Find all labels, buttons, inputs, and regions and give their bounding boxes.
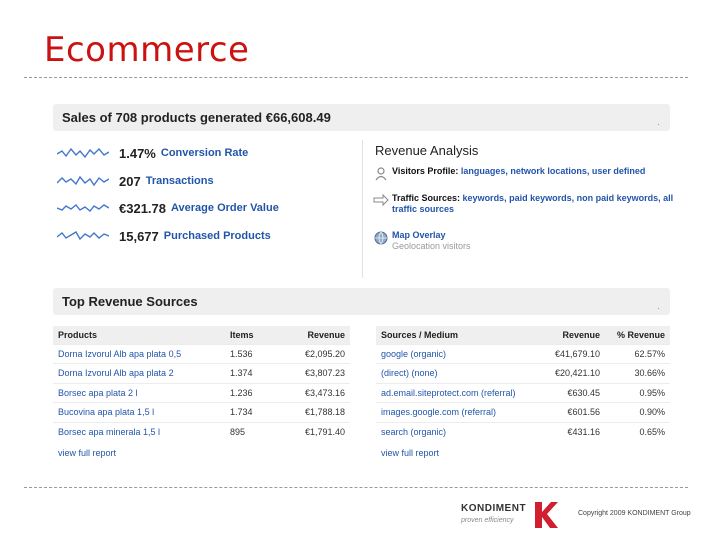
products-table: Products Items Revenue Dorna Izvorul Alb…	[53, 326, 350, 442]
metric-value: €321.78	[119, 200, 166, 216]
table-row: ad.email.siteprotect.com (referral) €630…	[376, 382, 670, 403]
panel-corner-mark: .	[657, 301, 660, 312]
percent-revenue-cell: 0.65%	[605, 421, 670, 442]
table-row: google (organic) €41,679.10 62.57%	[376, 343, 670, 364]
sparkline-icon	[57, 231, 109, 241]
items-cell: 895	[225, 421, 282, 442]
items-cell: 1.236	[225, 382, 282, 403]
table-header-row: Products Items Revenue	[53, 326, 350, 344]
sparkline-icon	[57, 204, 109, 212]
revenue-cell: €3,473.16	[282, 382, 350, 403]
percent-revenue-cell: 0.95%	[605, 382, 670, 403]
sparkline-icon	[57, 147, 109, 159]
table-row: Dorna Izvorul Alb apa plata 2 1.374 €3,8…	[53, 363, 350, 383]
sources-view-full-report-link[interactable]: view full report	[381, 448, 439, 458]
metric-value: 207	[119, 173, 141, 189]
visitors-profile-links[interactable]: languages, network locations, user defin…	[461, 166, 646, 176]
logo-wordmark: KONDIMENT	[461, 503, 527, 514]
column-divider	[362, 140, 363, 278]
slide-title: Ecommerce	[44, 30, 250, 70]
column-header[interactable]: Items	[225, 326, 282, 344]
source-link[interactable]: images.google.com (referral)	[376, 402, 539, 422]
table-row: Borsec apa plata 2 l 1.236 €3,473.16	[53, 382, 350, 403]
globe-icon	[373, 230, 389, 246]
revenue-analysis-title: Revenue Analysis	[375, 143, 479, 158]
product-link[interactable]: Dorna Izvorul Alb apa plata 2	[53, 363, 225, 383]
metric-label[interactable]: Conversion Rate	[161, 147, 248, 159]
sources-table: Sources / Medium Revenue % Revenue googl…	[376, 326, 670, 442]
metric-conversion-rate[interactable]: 1.47% Conversion Rate	[57, 143, 248, 163]
revenue-cell: €1,791.40	[282, 421, 350, 442]
items-cell: 1.536	[225, 343, 282, 364]
traffic-arrow-icon	[373, 193, 389, 209]
revenue-cell: €601.56	[539, 402, 605, 422]
product-link[interactable]: Borsec apa minerala 1,5 l	[53, 421, 225, 442]
source-link[interactable]: google (organic)	[376, 343, 539, 364]
table-row: search (organic) €431.16 0.65%	[376, 421, 670, 442]
table-row: images.google.com (referral) €601.56 0.9…	[376, 402, 670, 422]
metric-average-order-value[interactable]: €321.78 Average Order Value	[57, 198, 279, 218]
table-header-row: Sources / Medium Revenue % Revenue	[376, 326, 670, 344]
top-divider	[24, 77, 688, 78]
top-revenue-header: Top Revenue Sources .	[53, 288, 670, 315]
table-row: (direct) (none) €20,421.10 30.66%	[376, 363, 670, 383]
metric-purchased-products[interactable]: 15,677 Purchased Products	[57, 226, 271, 246]
product-link[interactable]: Dorna Izvorul Alb apa plata 0,5	[53, 343, 225, 364]
logo-tagline: proven efficiency	[461, 517, 514, 524]
table-row: Bucovina apa plata 1,5 l 1.734 €1,788.18	[53, 402, 350, 422]
visitors-profile-item[interactable]: Visitors Profile: languages, network loc…	[373, 166, 677, 182]
source-link[interactable]: (direct) (none)	[376, 363, 539, 383]
traffic-sources-label: Traffic Sources:	[392, 193, 461, 203]
product-link[interactable]: Bucovina apa plata 1,5 l	[53, 402, 225, 422]
bottom-divider	[24, 487, 688, 488]
percent-revenue-cell: 62.57%	[605, 343, 670, 364]
items-cell: 1.374	[225, 363, 282, 383]
source-link[interactable]: search (organic)	[376, 421, 539, 442]
column-header[interactable]: Revenue	[282, 326, 350, 344]
source-link[interactable]: ad.email.siteprotect.com (referral)	[376, 382, 539, 403]
table-row: Dorna Izvorul Alb apa plata 0,5 1.536 €2…	[53, 343, 350, 364]
revenue-cell: €431.16	[539, 421, 605, 442]
revenue-cell: €41,679.10	[539, 343, 605, 364]
percent-revenue-cell: 0.90%	[605, 402, 670, 422]
map-overlay-link[interactable]: Map Overlay	[392, 230, 446, 240]
percent-revenue-cell: 30.66%	[605, 363, 670, 383]
summary-title: Sales of 708 products generated €66,608.…	[62, 110, 331, 125]
revenue-cell: €2,095.20	[282, 343, 350, 364]
visitors-profile-label: Visitors Profile:	[392, 166, 459, 176]
metric-label[interactable]: Transactions	[146, 175, 214, 187]
column-header[interactable]: Sources / Medium	[376, 326, 539, 344]
logo-k-icon	[535, 502, 558, 528]
kondiment-logo: KONDIMENT proven efficiency	[461, 500, 561, 530]
revenue-cell: €630.45	[539, 382, 605, 403]
metric-value: 15,677	[119, 228, 159, 244]
copyright-text: Copyright 2009 KONDIMENT Group	[578, 510, 691, 517]
map-overlay-item[interactable]: Map Overlay Geolocation visitors	[373, 230, 677, 252]
column-header[interactable]: Products	[53, 326, 225, 344]
top-revenue-title: Top Revenue Sources	[62, 294, 198, 309]
metric-transactions[interactable]: 207 Transactions	[57, 171, 214, 191]
items-cell: 1.734	[225, 402, 282, 422]
traffic-sources-item[interactable]: Traffic Sources: keywords, paid keywords…	[373, 193, 677, 215]
revenue-cell: €3,807.23	[282, 363, 350, 383]
map-overlay-subtext: Geolocation visitors	[392, 241, 471, 251]
user-icon	[373, 166, 389, 182]
column-header[interactable]: Revenue	[539, 326, 605, 344]
revenue-cell: €20,421.10	[539, 363, 605, 383]
metric-value: 1.47%	[119, 145, 156, 161]
products-view-full-report-link[interactable]: view full report	[58, 448, 116, 458]
revenue-cell: €1,788.18	[282, 402, 350, 422]
metric-label[interactable]: Average Order Value	[171, 202, 279, 214]
column-header[interactable]: % Revenue	[605, 326, 670, 344]
table-row: Borsec apa minerala 1,5 l 895 €1,791.40	[53, 421, 350, 442]
summary-header: Sales of 708 products generated €66,608.…	[53, 104, 670, 131]
sparkline-icon	[57, 175, 109, 187]
product-link[interactable]: Borsec apa plata 2 l	[53, 382, 225, 403]
panel-corner-mark: .	[657, 117, 660, 128]
metric-label[interactable]: Purchased Products	[164, 230, 271, 242]
